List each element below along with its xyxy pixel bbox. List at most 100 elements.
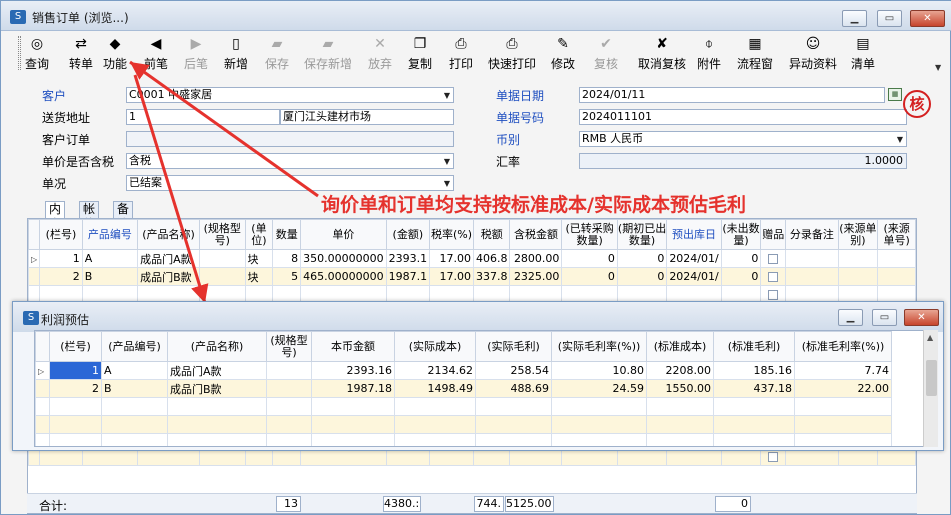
profit-column-header[interactable]: (标准毛利率(%)) <box>794 331 892 362</box>
column-header[interactable]: (来源单号) <box>877 219 916 250</box>
profit-cell[interactable] <box>311 433 395 446</box>
profit-cell[interactable] <box>266 415 312 434</box>
toolbar-button[interactable]: ⎙ 打印 <box>449 34 473 72</box>
profit-cell[interactable] <box>266 397 312 416</box>
table-cell[interactable]: 2024/01/ <box>666 249 722 268</box>
profit-cell[interactable] <box>266 379 312 398</box>
profit-column-header[interactable]: (规格型号) <box>266 331 312 362</box>
profit-cell[interactable]: 成品门A款 <box>167 361 267 380</box>
row-marker[interactable] <box>27 267 41 286</box>
profit-cell[interactable] <box>646 415 714 434</box>
table-cell[interactable] <box>760 249 787 268</box>
table-cell[interactable]: 2 <box>39 267 83 286</box>
profit-cell[interactable] <box>794 415 892 434</box>
table-cell[interactable] <box>760 267 787 286</box>
table-cell[interactable] <box>785 249 839 268</box>
customer-select[interactable]: C0001 中盛家居 ▼ <box>126 87 454 103</box>
toolbar-button[interactable]: ⎙ 快速打印 <box>488 34 536 72</box>
profit-cell[interactable] <box>101 433 168 446</box>
profit-column-header[interactable]: (实际毛利) <box>475 331 552 362</box>
toolbar-button[interactable]: ❐ 复制 <box>408 34 432 72</box>
toolbar-button[interactable]: ⌽ 附件 <box>697 34 721 72</box>
toolbar-button[interactable]: ◆ 功能 <box>103 34 127 72</box>
table-cell[interactable]: 465.00000000 <box>300 267 387 286</box>
table-cell[interactable]: 2800.00 <box>509 249 563 268</box>
column-header[interactable]: (金额) <box>385 219 431 250</box>
table-cell[interactable] <box>837 267 879 286</box>
table-cell[interactable]: 1 <box>39 249 83 268</box>
column-header[interactable]: 税额 <box>472 219 511 250</box>
profit-column-header[interactable]: (实际毛利率(%)) <box>551 331 647 362</box>
profit-cell[interactable] <box>794 433 892 446</box>
profit-cell[interactable]: 1 <box>49 361 102 380</box>
customer-order-field[interactable] <box>126 131 454 147</box>
tab-content[interactable]: 内容 <box>45 201 66 231</box>
table-cell[interactable] <box>199 267 246 286</box>
profit-cell[interactable] <box>646 433 714 446</box>
profit-cell[interactable] <box>394 397 476 416</box>
currency-select[interactable]: RMB 人民币 ▼ <box>579 131 907 147</box>
table-cell[interactable] <box>837 249 879 268</box>
profit-minimize-button[interactable]: ▁ <box>838 309 863 326</box>
toolbar-button[interactable]: ▰ 保存新增 <box>304 34 352 72</box>
profit-cell[interactable]: 2134.62 <box>394 361 476 380</box>
column-header[interactable]: 产品编号 <box>81 219 139 250</box>
table-cell[interactable]: 0 <box>720 267 762 286</box>
profit-cell[interactable] <box>475 433 552 446</box>
status-select[interactable]: 已结案 ▼ <box>126 175 454 191</box>
profit-cell[interactable]: 488.69 <box>475 379 552 398</box>
table-row[interactable]: ▷ 1 A 成品门A款 块 8 350.00000000 2393.1 17.00 406.8 28… <box>27 249 916 268</box>
profit-cell[interactable] <box>551 397 647 416</box>
profit-cell[interactable] <box>49 433 102 446</box>
column-header[interactable]: 分录备注 <box>785 219 839 250</box>
profit-column-header[interactable]: (产品编号) <box>101 331 168 362</box>
table-row[interactable]: 2 B 成品门B款 块 5 465.00000000 1987.1 17.00 337.8 232… <box>27 267 916 286</box>
toolbar-overflow-icon[interactable]: ▼ <box>935 63 941 72</box>
toolbar-button[interactable]: ▯ 新增 <box>224 34 248 72</box>
scroll-up-icon[interactable]: ▲ <box>927 333 933 342</box>
profit-cell[interactable]: 22.00 <box>794 379 892 398</box>
profit-cell[interactable] <box>167 397 267 416</box>
row-marker[interactable]: ▷ <box>27 249 41 268</box>
profit-scrollbar[interactable]: ▲ <box>923 330 938 447</box>
profit-cell[interactable]: 1498.49 <box>394 379 476 398</box>
rate-field[interactable]: 1.0000 <box>579 153 907 169</box>
profit-cell[interactable]: 1987.18 <box>311 379 395 398</box>
column-header[interactable]: 含税金额 <box>509 219 563 250</box>
tab-remarks[interactable]: 备注 <box>113 201 134 231</box>
profit-column-header[interactable]: (实际成本) <box>394 331 476 362</box>
table-cell[interactable]: 成品门A款 <box>137 249 200 268</box>
toolbar-button[interactable]: ▰ 保存 <box>265 34 289 72</box>
column-header[interactable]: 数量 <box>272 219 302 250</box>
address-field[interactable]: 厦门江头建材市场 <box>280 109 454 125</box>
column-header[interactable]: (未出数量) <box>720 219 762 250</box>
table-cell[interactable]: 0 <box>616 249 668 268</box>
row-marker[interactable] <box>35 433 50 446</box>
table-cell[interactable]: 2024/01/ <box>666 267 722 286</box>
toolbar-button[interactable]: ☺ 异动资料 <box>789 34 837 72</box>
toolbar-button[interactable]: ▤ 清单 <box>851 34 875 72</box>
toolbar-button[interactable]: ◎ 查询 <box>25 34 49 72</box>
scroll-thumb[interactable] <box>926 360 937 396</box>
tab-account[interactable]: 帐款 <box>79 201 100 231</box>
profit-cell[interactable] <box>101 415 168 434</box>
profit-cell[interactable] <box>167 433 267 446</box>
table-cell[interactable]: 2393.1 <box>385 249 431 268</box>
column-header[interactable]: (已转采购数量) <box>561 219 618 250</box>
profit-cell[interactable]: 258.54 <box>475 361 552 380</box>
profit-cell[interactable] <box>551 415 647 434</box>
gift-checkbox[interactable] <box>768 254 779 264</box>
table-cell[interactable]: 406.8 <box>472 249 511 268</box>
column-header[interactable]: 单价 <box>300 219 387 250</box>
gift-checkbox[interactable] <box>768 452 779 462</box>
row-marker[interactable] <box>35 397 50 416</box>
profit-cell[interactable] <box>475 397 552 416</box>
table-cell[interactable]: 0 <box>616 267 668 286</box>
profit-cell[interactable]: 185.16 <box>713 361 795 380</box>
profit-cell[interactable]: 24.59 <box>551 379 647 398</box>
column-header[interactable]: (产品名称) <box>137 219 200 250</box>
minimize-button[interactable]: ▁ <box>842 10 867 27</box>
profit-row[interactable]: 2 B 成品门B款 1987.18 1498.49 488.69 24.59 1550.00 4… <box>35 379 892 398</box>
profit-cell[interactable] <box>311 415 395 434</box>
table-cell[interactable]: 块 <box>244 249 274 268</box>
